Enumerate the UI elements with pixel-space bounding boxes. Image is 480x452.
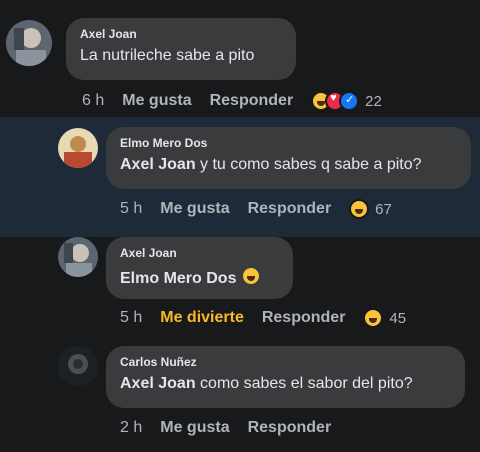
mention-link[interactable]: Elmo Mero Dos — [120, 270, 236, 287]
comment-time[interactable]: 6 h — [82, 92, 104, 110]
comment-time[interactable]: 2 h — [120, 419, 142, 437]
avatar[interactable] — [58, 237, 98, 277]
comment-author[interactable]: Elmo Mero Dos — [120, 136, 457, 150]
comment-author[interactable]: Axel Joan — [80, 27, 282, 41]
comment-time[interactable]: 5 h — [120, 309, 142, 327]
comment-actions: 5 h Me gusta Responder 67 — [120, 198, 392, 220]
like-icon — [339, 91, 360, 111]
haha-icon — [363, 308, 384, 328]
comment-author[interactable]: Carlos Nuñez — [120, 355, 451, 369]
avatar-photo-icon — [58, 346, 98, 386]
comment-text-line: Axel Joan como sabes el sabor del pito? — [120, 375, 413, 392]
comment-text-line: Elmo Mero Dos — [120, 266, 261, 287]
reactions-summary[interactable]: 22 — [311, 91, 382, 111]
flushed-emoji-icon — [240, 266, 261, 286]
reactions-summary[interactable]: 67 — [349, 199, 392, 219]
reply-button[interactable]: Responder — [248, 200, 332, 218]
like-button[interactable]: Me gusta — [122, 92, 191, 110]
comment-bubble[interactable]: Axel Joan La nutrileche sabe a pito — [66, 18, 296, 80]
reply-button[interactable]: Responder — [262, 309, 346, 327]
reaction-count: 22 — [365, 92, 382, 110]
avatar[interactable] — [58, 128, 98, 168]
avatar-photo-icon — [6, 20, 52, 66]
comment-text-line: Axel Joan y tu como sabes q sabe a pito? — [120, 156, 422, 173]
haha-icon — [349, 199, 370, 219]
reactions-summary[interactable]: 45 — [363, 308, 406, 328]
like-button[interactable]: Me gusta — [160, 419, 229, 437]
like-button[interactable]: Me gusta — [160, 200, 229, 218]
mention-link[interactable]: Axel Joan — [120, 156, 196, 173]
comment-text: La nutrileche sabe a pito — [80, 47, 255, 64]
comment-actions: 6 h Me gusta Responder 22 — [82, 90, 382, 112]
comment-text: como sabes el sabor del pito? — [195, 375, 413, 392]
comment-bubble[interactable]: Carlos Nuñez Axel Joan como sabes el sab… — [106, 346, 465, 408]
comment-bubble[interactable]: Axel Joan Elmo Mero Dos — [106, 237, 293, 299]
comment-text: y tu como sabes q sabe a pito? — [195, 156, 422, 173]
reply-button[interactable]: Responder — [248, 419, 332, 437]
reply-button[interactable]: Responder — [210, 92, 294, 110]
comment-actions: 5 h Me divierte Responder 45 — [120, 307, 406, 329]
reaction-count: 67 — [375, 200, 392, 218]
reacted-button[interactable]: Me divierte — [160, 309, 244, 327]
comment-bubble[interactable]: Elmo Mero Dos Axel Joan y tu como sabes … — [106, 127, 471, 189]
mention-link[interactable]: Axel Joan — [120, 375, 196, 392]
avatar[interactable] — [58, 346, 98, 386]
reaction-count: 45 — [389, 309, 407, 327]
comment-author[interactable]: Axel Joan — [120, 246, 279, 260]
avatar-photo-icon — [58, 128, 98, 168]
avatar-photo-icon — [58, 237, 98, 277]
comment-actions: 2 h Me gusta Responder — [120, 417, 349, 439]
avatar[interactable] — [6, 20, 52, 66]
comment-time[interactable]: 5 h — [120, 200, 142, 218]
